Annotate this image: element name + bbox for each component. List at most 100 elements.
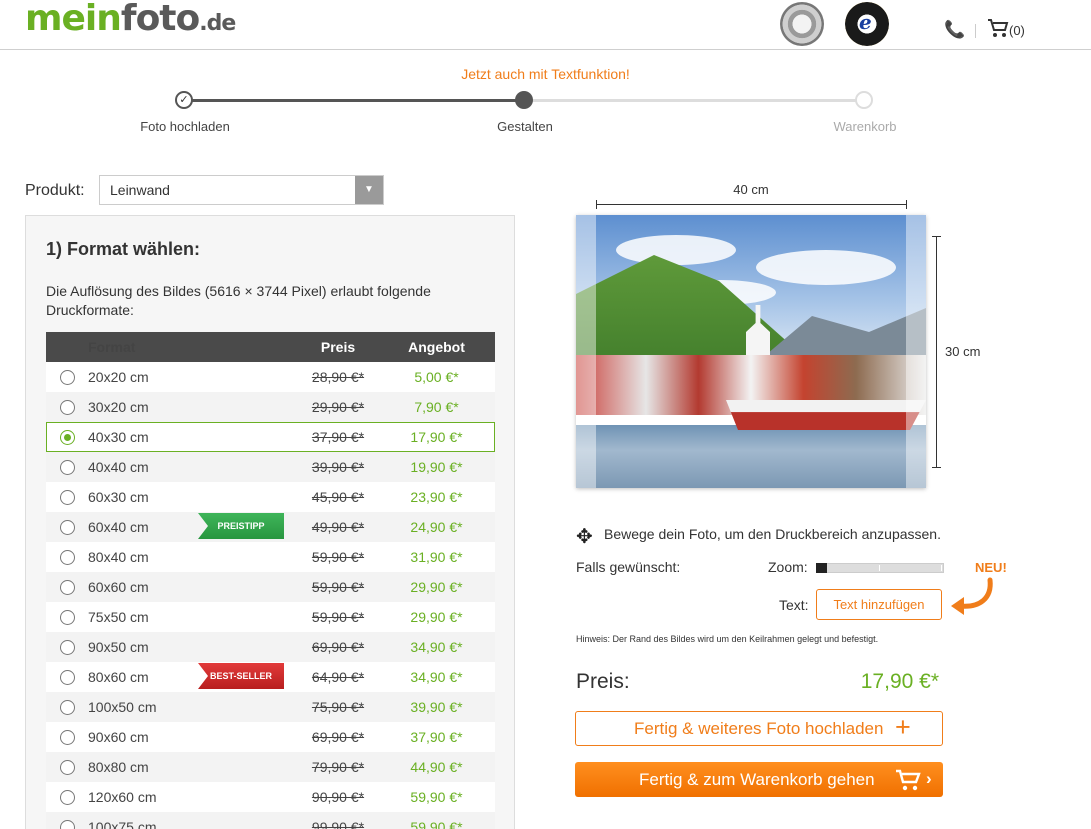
- format-row[interactable]: 100x50 cm 75,90 €* 39,90 €*: [46, 692, 495, 722]
- format-size: 90x60 cm: [88, 729, 149, 745]
- progress-line-pending: [524, 99, 864, 102]
- format-offer-price: 7,90 €*: [414, 399, 459, 415]
- header-divider: [975, 24, 976, 38]
- canvas-note: Hinweis: Der Rand des Bildes wird um den…: [576, 634, 879, 644]
- step-design-dot: [515, 91, 533, 109]
- format-offer-price: 31,90 €*: [410, 549, 463, 565]
- format-size: 75x50 cm: [88, 609, 149, 625]
- height-dimension-line: [932, 236, 941, 468]
- format-row[interactable]: 90x60 cm 69,90 €* 37,90 €*: [46, 722, 495, 752]
- step-design-label: Gestalten: [497, 119, 553, 134]
- format-old-price: 64,90 €*: [311, 669, 365, 685]
- photo-preview[interactable]: [576, 215, 926, 488]
- format-radio[interactable]: [59, 550, 75, 566]
- zoom-slider[interactable]: [816, 563, 944, 573]
- format-old-price: 69,90 €*: [311, 729, 365, 745]
- format-offer-price: 44,90 €*: [410, 759, 463, 775]
- format-radio[interactable]: [59, 820, 75, 829]
- format-row[interactable]: 80x60 cm BEST-SELLER 64,90 €* 34,90 €*: [46, 662, 495, 692]
- add-text-button[interactable]: Text hinzufügen: [816, 589, 942, 620]
- format-offer-price: 34,90 €*: [410, 669, 463, 685]
- format-radio[interactable]: [59, 370, 75, 386]
- format-radio[interactable]: [59, 730, 75, 746]
- format-offer-price: 34,90 €*: [410, 639, 463, 655]
- format-row[interactable]: 100x75 cm 99,90 €* 59,90 €*: [46, 812, 495, 829]
- move-hint: Bewege dein Foto, um den Druckbereich an…: [604, 526, 941, 542]
- format-row[interactable]: 80x40 cm 59,90 €* 31,90 €*: [46, 542, 495, 572]
- bestseller-badge: BEST-SELLER: [198, 663, 284, 689]
- format-row[interactable]: 60x40 cm PREISTIPP 49,90 €* 24,90 €*: [46, 512, 495, 542]
- award-seal-icon[interactable]: [780, 2, 824, 46]
- product-label: Produkt:: [25, 182, 85, 199]
- format-radio[interactable]: [59, 520, 75, 536]
- progress-line-done: [184, 99, 524, 102]
- text-label: Text:: [779, 597, 809, 613]
- format-radio[interactable]: [59, 760, 75, 776]
- format-old-price: 99,90 €*: [311, 819, 365, 829]
- format-radio[interactable]: [59, 430, 75, 446]
- price-tip-badge: PREISTIPP: [198, 513, 284, 539]
- phone-icon[interactable]: 📞: [944, 20, 965, 40]
- chevron-right-icon: ›: [926, 769, 932, 788]
- price-value: 17,90 €*: [860, 670, 939, 693]
- step-upload-label[interactable]: Foto hochladen: [105, 119, 265, 134]
- cart-icon: [988, 19, 1009, 37]
- curved-arrow-icon: [951, 577, 993, 615]
- format-size: 60x30 cm: [88, 489, 149, 505]
- format-radio[interactable]: [59, 670, 75, 686]
- header-cart[interactable]: (0): [987, 18, 1025, 38]
- width-label: 40 cm: [733, 182, 769, 197]
- zoom-slider-handle[interactable]: [816, 563, 827, 573]
- format-size: 90x50 cm: [88, 639, 149, 655]
- product-select[interactable]: Leinwand ▼: [99, 175, 384, 205]
- format-radio[interactable]: [59, 400, 75, 416]
- format-row[interactable]: 30x20 cm 29,90 €* 7,90 €*: [46, 392, 495, 422]
- go-to-cart-button[interactable]: Fertig & zum Warenkorb gehen ›: [575, 762, 943, 797]
- format-offer-price: 23,90 €*: [410, 489, 463, 505]
- step-upload-dot[interactable]: ✓: [175, 91, 193, 109]
- format-size: 100x50 cm: [88, 699, 157, 715]
- format-old-price: 37,90 €*: [311, 429, 365, 445]
- format-old-price: 45,90 €*: [311, 489, 365, 505]
- format-size: 80x80 cm: [88, 759, 149, 775]
- move-arrows-icon: ✥: [576, 526, 593, 548]
- format-row[interactable]: 60x30 cm 45,90 €* 23,90 €*: [46, 482, 495, 512]
- format-old-price: 59,90 €*: [311, 549, 365, 565]
- format-old-price: 79,90 €*: [311, 759, 365, 775]
- cart-count: (0): [1009, 23, 1025, 38]
- format-radio[interactable]: [59, 610, 75, 626]
- chevron-down-icon[interactable]: ▼: [355, 176, 383, 204]
- format-radio[interactable]: [59, 700, 75, 716]
- format-row[interactable]: 80x80 cm 79,90 €* 44,90 €*: [46, 752, 495, 782]
- format-radio[interactable]: [59, 790, 75, 806]
- col-format: Format: [88, 339, 136, 355]
- format-row[interactable]: 20x20 cm 28,90 €* 5,00 €*: [46, 362, 495, 392]
- trusted-shops-seal-icon[interactable]: e: [845, 2, 889, 46]
- format-row[interactable]: 90x50 cm 69,90 €* 34,90 €*: [46, 632, 495, 662]
- format-row[interactable]: 120x60 cm 90,90 €* 59,90 €*: [46, 782, 495, 812]
- site-logo[interactable]: meinfoto.de: [25, 0, 236, 39]
- col-price: Preis: [320, 339, 356, 355]
- format-size: 60x60 cm: [88, 579, 149, 595]
- format-old-price: 49,90 €*: [311, 519, 365, 535]
- format-offer-price: 29,90 €*: [410, 579, 463, 595]
- format-radio[interactable]: [59, 580, 75, 596]
- format-row[interactable]: 40x30 cm 37,90 €* 17,90 €*: [46, 422, 495, 452]
- print-margin-left: [576, 215, 596, 488]
- upload-another-button[interactable]: Fertig & weiteres Foto hochladen +: [575, 711, 943, 746]
- format-offer-price: 39,90 €*: [410, 699, 463, 715]
- format-row[interactable]: 60x60 cm 59,90 €* 29,90 €*: [46, 572, 495, 602]
- format-radio[interactable]: [59, 490, 75, 506]
- format-size: 40x40 cm: [88, 459, 149, 475]
- format-size: 60x40 cm: [88, 519, 149, 535]
- format-radio[interactable]: [59, 640, 75, 656]
- format-old-price: 90,90 €*: [311, 789, 365, 805]
- format-radio[interactable]: [59, 460, 75, 476]
- print-margin-right: [906, 215, 926, 488]
- format-row[interactable]: 75x50 cm 59,90 €* 29,90 €*: [46, 602, 495, 632]
- format-size: 40x30 cm: [88, 429, 149, 445]
- format-offer-price: 19,90 €*: [410, 459, 463, 475]
- format-row[interactable]: 40x40 cm 39,90 €* 19,90 €*: [46, 452, 495, 482]
- format-size: 100x75 cm: [88, 819, 157, 829]
- col-offer: Angebot: [408, 339, 465, 355]
